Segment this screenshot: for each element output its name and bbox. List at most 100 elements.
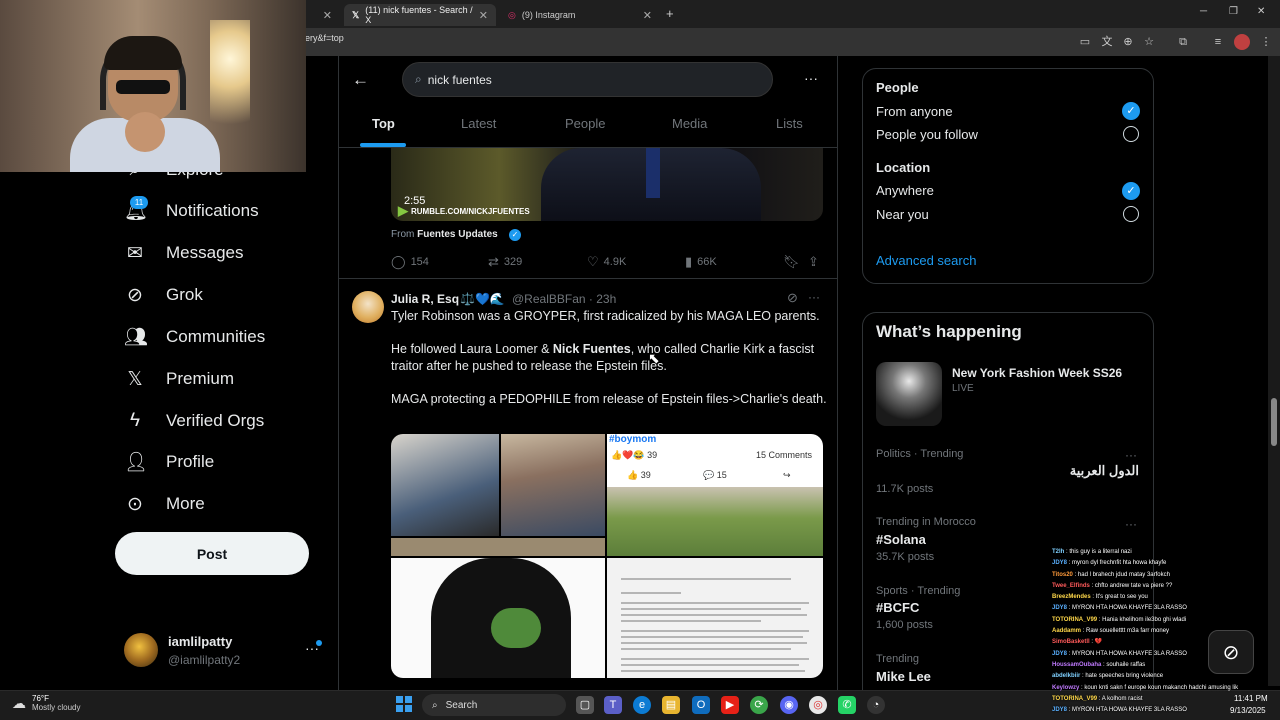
file-explorer-icon[interactable]: ▤ [662, 696, 680, 714]
search-term-highlight: Nick Fuentes [552, 342, 631, 356]
tab-top[interactable]: Top [372, 116, 395, 131]
teams-icon[interactable]: T [604, 696, 622, 714]
restore-icon[interactable]: ❐ [1229, 6, 1238, 17]
tab-instagram[interactable]: ◎ (9) Instagram ✕ [500, 4, 660, 26]
reply-button[interactable]: ◯ 154 [391, 254, 429, 270]
filter-people-you-follow[interactable]: People you follow [876, 127, 978, 142]
zoom-icon[interactable]: ⊕ [1120, 34, 1136, 50]
radio-unselected[interactable] [1123, 126, 1139, 142]
cast-icon[interactable]: ▭ [1077, 34, 1093, 50]
nav-verified-orgs[interactable]: ϟ Verified Orgs [124, 403, 264, 439]
close-icon[interactable]: ✕ [323, 9, 332, 22]
checkmark-icon[interactable]: ✓ [1122, 182, 1140, 200]
retweet-button[interactable]: ⇄ 329 [488, 254, 522, 270]
app-icon[interactable]: ⟳ [750, 696, 768, 714]
close-icon[interactable]: ✕ [479, 9, 488, 22]
whatsapp-icon[interactable]: ✆ [838, 696, 856, 714]
nav-more[interactable]: ⊙ More [124, 486, 205, 522]
author-avatar[interactable] [352, 291, 384, 323]
new-tab-icon[interactable]: + [666, 6, 674, 21]
profile-avatar-icon[interactable] [1234, 34, 1250, 50]
trend-more-icon[interactable]: ··· [1125, 517, 1137, 531]
grok-explain-icon[interactable]: ⊘ [787, 290, 798, 306]
filter-anywhere[interactable]: Anywhere [876, 183, 934, 198]
media-facebook-screenshot[interactable]: #boymom 👍❤️😂 39 15 Comments 👍 39 💬 15 ↪ [607, 434, 823, 556]
account-avatar[interactable] [124, 633, 158, 667]
trend-name[interactable]: Mike Lee [876, 669, 931, 684]
taskbar-search[interactable]: ⌕ Search [422, 694, 566, 716]
tab-x-search[interactable]: 𝕏 (11) nick fuentes - Search / X ✕ [344, 4, 496, 26]
tab-people[interactable]: People [565, 116, 605, 131]
more-options-icon[interactable]: ··· [808, 290, 820, 304]
source-attribution[interactable]: From Fuentes Updates [391, 229, 498, 240]
like-button[interactable]: ♡ 4.9K [587, 254, 626, 270]
event-title[interactable]: New York Fashion Week SS26 [952, 366, 1122, 380]
tab-lists[interactable]: Lists [776, 116, 803, 131]
tab-latest[interactable]: Latest [461, 116, 496, 131]
media-photo[interactable] [501, 434, 605, 536]
event-thumbnail[interactable] [876, 362, 942, 426]
author-handle[interactable]: @RealBBFan · 23h [512, 292, 616, 306]
share-icon: ↪ [783, 470, 791, 480]
tab-media[interactable]: Media [672, 116, 707, 131]
views-button[interactable]: ▮ 66K [685, 254, 717, 270]
chrome-icon[interactable]: ◎ [809, 696, 827, 714]
media-illustration[interactable] [391, 558, 605, 678]
close-icon[interactable]: ✕ [643, 9, 652, 22]
nav-premium[interactable]: 𝕏 Premium [124, 361, 234, 397]
advanced-search-link[interactable]: Advanced search [876, 253, 976, 268]
trend-name[interactable]: #BCFC [876, 600, 919, 615]
windows-start-icon[interactable] [396, 696, 412, 712]
obs-icon[interactable]: ◔ [867, 696, 885, 714]
extensions-icon[interactable]: ⧉ [1175, 34, 1191, 50]
trend-name[interactable]: #Solana [876, 532, 926, 547]
nav-grok[interactable]: ⊘ Grok [124, 277, 203, 313]
chat-text: : 💔 [1089, 639, 1103, 646]
chat-message: TOTORINA_V99 : Hania khelihom ile3bo ghi… [1052, 615, 1280, 626]
translate-icon[interactable]: 文 [1099, 34, 1115, 50]
bookmark-star-icon[interactable]: ☆ [1141, 34, 1157, 50]
media-control-icon[interactable]: ≡ [1210, 34, 1226, 50]
nav-profile[interactable]: 👤︎ Profile [124, 444, 214, 480]
nav-messages[interactable]: ✉ Messages [124, 235, 243, 271]
task-view-icon[interactable]: ▢ [576, 696, 594, 714]
outlook-icon[interactable]: O [692, 696, 710, 714]
nav-communities[interactable]: 👥︎ Communities [124, 319, 265, 355]
media-photo[interactable] [391, 434, 499, 536]
account-name[interactable]: iamlilpatty [168, 634, 232, 649]
window-close-icon[interactable]: ✕ [1257, 6, 1265, 17]
back-arrow-icon[interactable]: ← [352, 70, 369, 90]
search-input[interactable]: ⌕ nick fuentes [402, 62, 773, 97]
nav-label: Messages [166, 243, 244, 262]
tab-label: (9) Instagram [521, 10, 576, 20]
scrollbar-thumb[interactable] [1271, 398, 1277, 446]
search-options-icon[interactable]: ··· [804, 70, 818, 86]
chat-username: Keylowzy [1052, 684, 1080, 691]
chat-message: Twee_Elfinds : chfto andrew tate va pier… [1052, 581, 1280, 592]
discord-icon[interactable]: ◉ [780, 696, 798, 714]
bookmark-button[interactable]: 🔖︎ [783, 254, 800, 270]
author-name[interactable]: Julia R, Esq [391, 292, 459, 306]
section-title: What’s happening [876, 322, 1022, 341]
youtube-icon[interactable]: ▶ [721, 696, 739, 714]
tweet-media-grid[interactable]: #boymom 👍❤️😂 39 15 Comments 👍 39 💬 15 ↪ [391, 434, 823, 678]
media-photo[interactable] [391, 538, 605, 556]
rumble-logo-icon: ▶ [398, 203, 408, 218]
post-button[interactable]: Post [115, 532, 309, 575]
edge-icon[interactable]: e [633, 696, 651, 714]
minimize-icon[interactable]: ─ [1200, 6, 1207, 17]
weather-widget[interactable]: ☁ 76°F Mostly cloudy [12, 694, 80, 712]
filter-near-you[interactable]: Near you [876, 207, 929, 222]
checkmark-icon[interactable]: ✓ [1122, 102, 1140, 120]
share-button[interactable]: ⇪ [808, 254, 819, 270]
filter-from-anyone[interactable]: From anyone [876, 104, 953, 119]
more-circle-icon: ⊙ [127, 493, 143, 515]
radio-unselected[interactable] [1123, 206, 1139, 222]
trend-more-icon[interactable]: ··· [1125, 448, 1137, 462]
kebab-menu-icon[interactable]: ⋮ [1258, 34, 1274, 50]
media-document-screenshot[interactable] [607, 558, 823, 678]
tab-previous[interactable]: ✕ [300, 4, 340, 26]
address-bar[interactable]: ery&f=top [305, 33, 344, 43]
chat-username: TOTORINA_V99 [1052, 616, 1098, 623]
trend-name[interactable]: الدول العربية [1070, 463, 1139, 479]
